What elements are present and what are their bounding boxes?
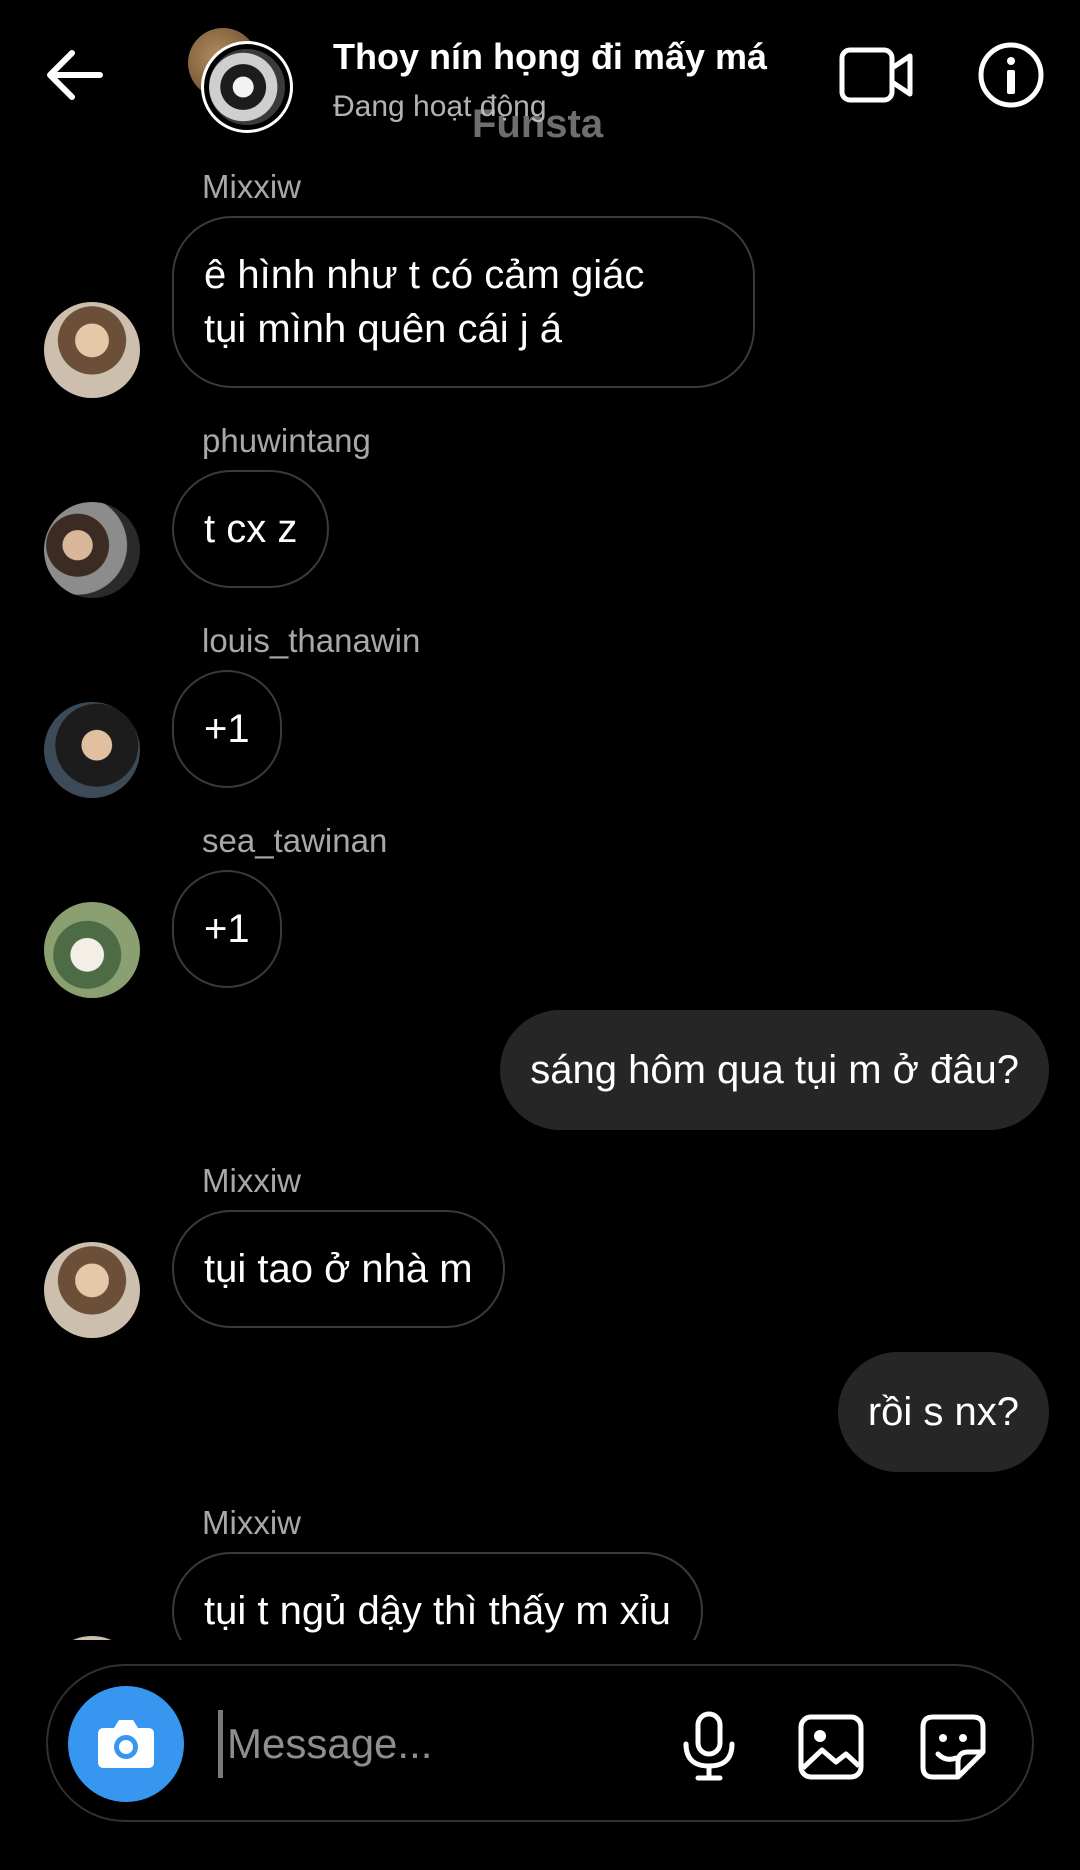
incoming-message[interactable]: tụi t ngủ dậy thì thấy m xỉu xyxy=(172,1552,703,1640)
avatar[interactable] xyxy=(44,302,140,398)
group-avatar-front xyxy=(201,41,293,133)
message-text: +1 xyxy=(204,907,250,951)
arrow-left-icon xyxy=(47,50,103,100)
group-avatar[interactable] xyxy=(188,28,293,133)
sticker-button[interactable] xyxy=(918,1712,988,1782)
chat-title[interactable]: Thoy nín họng đi mấy má xyxy=(333,36,767,78)
incoming-message[interactable]: t cx z xyxy=(172,470,330,588)
info-button[interactable] xyxy=(976,40,1046,110)
sender-name: Mixxiw xyxy=(202,168,301,205)
sender-name: Mixxiw xyxy=(202,1504,301,1541)
incoming-message[interactable]: tụi tao ở nhà m xyxy=(172,1210,505,1328)
message-input[interactable] xyxy=(218,1710,709,1778)
chat-header: Thoy nín họng đi mấy má Đang hoạt động F… xyxy=(0,0,1080,160)
avatar[interactable] xyxy=(44,702,140,798)
voice-message-button[interactable] xyxy=(674,1710,744,1784)
sender-name: sea_tawinan xyxy=(202,822,388,859)
incoming-message[interactable]: ê hình như t có cảm giác tụi mình quên c… xyxy=(172,216,755,388)
message-text: sáng hôm qua tụi m ở đâu? xyxy=(530,1048,1019,1092)
video-call-button[interactable] xyxy=(838,40,914,110)
message-composer xyxy=(46,1664,1034,1822)
message-text-line: tụi mình quên cái j á xyxy=(204,307,562,351)
message-text: tụi tao ở nhà m xyxy=(204,1247,473,1291)
message-text: t cx z xyxy=(204,507,298,551)
sender-name: louis_thanawin xyxy=(202,622,421,659)
watermark: Funsta xyxy=(472,102,604,146)
avatar[interactable] xyxy=(44,1242,140,1338)
gallery-button[interactable] xyxy=(796,1712,866,1782)
camera-icon xyxy=(98,1720,154,1768)
sticker-icon xyxy=(920,1714,986,1780)
sender-name: Mixxiw xyxy=(202,1162,301,1199)
outgoing-message[interactable]: rồi s nx? xyxy=(837,1352,1049,1472)
message-text-line: ê hình như t có cảm giác xyxy=(204,253,645,297)
message-text: +1 xyxy=(204,707,250,751)
message-text: rồi s nx? xyxy=(867,1390,1019,1434)
back-button[interactable] xyxy=(40,40,110,110)
image-icon xyxy=(798,1714,864,1780)
video-camera-icon xyxy=(839,47,913,103)
avatar[interactable] xyxy=(44,1636,140,1640)
outgoing-message[interactable]: sáng hôm qua tụi m ở đâu? xyxy=(500,1010,1049,1130)
avatar[interactable] xyxy=(44,902,140,998)
info-icon xyxy=(978,42,1044,108)
sender-name: phuwintang xyxy=(202,422,371,459)
incoming-message[interactable]: +1 xyxy=(172,870,282,988)
message-text: tụi t ngủ dậy thì thấy m xỉu xyxy=(204,1589,671,1633)
camera-button[interactable] xyxy=(68,1686,184,1802)
message-thread[interactable]: Mixxiw ê hình như t có cảm giác tụi mình… xyxy=(0,160,1080,1640)
avatar[interactable] xyxy=(44,502,140,598)
incoming-message[interactable]: +1 xyxy=(172,670,282,788)
microphone-icon xyxy=(683,1711,735,1781)
